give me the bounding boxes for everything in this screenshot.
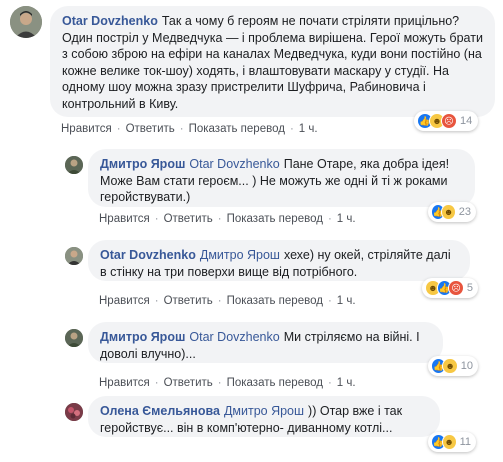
avatar[interactable] xyxy=(10,6,42,38)
comment-author[interactable]: Otar Dovzhenko xyxy=(62,14,158,28)
haha-icon: ☻ xyxy=(442,358,458,374)
mention-link[interactable]: Дмитро Ярош xyxy=(224,404,304,418)
like-link[interactable]: Нравится xyxy=(99,377,150,389)
reply-link[interactable]: Ответить xyxy=(164,377,213,389)
haha-icon: ☻ xyxy=(441,204,456,220)
comment-actions: Нравится · Ответить · Показать перевод · 1 ч. xyxy=(61,123,318,135)
reaction-summary[interactable]: 👍 ☻ 11 xyxy=(428,432,476,452)
comment-text: Так а чому б героям не почати стріляти п… xyxy=(62,14,483,111)
reply-link[interactable]: Ответить xyxy=(164,213,213,225)
translate-link[interactable]: Показать перевод xyxy=(227,295,323,307)
reply-link[interactable]: Ответить xyxy=(164,295,213,307)
avatar[interactable] xyxy=(65,329,83,347)
timestamp[interactable]: 1 ч. xyxy=(337,213,356,225)
angry-icon: ☹ xyxy=(448,280,464,296)
comment-bubble: Дмитро Ярош Otar Dovzhenko Ми стріляємо на… xyxy=(88,322,443,363)
reaction-summary[interactable]: 👍 ☻ 23 xyxy=(428,202,476,222)
comment-bubble: Otar Dovzhenko Дмитро Ярош хехе) ну окей, … xyxy=(88,240,470,281)
translate-link[interactable]: Показать перевод xyxy=(189,123,285,135)
comment-actions: Нравится · Ответить · Показать перевод · 1 ч. xyxy=(99,213,356,225)
avatar[interactable] xyxy=(65,156,83,174)
reaction-count: 5 xyxy=(466,282,473,294)
comment-actions: Нравится · Ответить · Показать перевод · 1 ч. xyxy=(99,377,356,389)
haha-icon: ☻ xyxy=(441,434,457,450)
reaction-summary[interactable]: 👍 ☻ 10 xyxy=(428,356,478,376)
reaction-count: 11 xyxy=(459,436,471,448)
mention-link[interactable]: Otar Dovzhenko xyxy=(189,157,279,171)
reply-link[interactable]: Ответить xyxy=(126,123,175,135)
comment-author[interactable]: Олена Ємельянова xyxy=(100,404,220,418)
timestamp[interactable]: 1 ч. xyxy=(337,295,356,307)
timestamp[interactable]: 1 ч. xyxy=(299,123,318,135)
avatar[interactable] xyxy=(65,247,83,265)
reaction-summary[interactable]: ☻ 👍 ☹ 5 xyxy=(422,278,478,298)
mention-link[interactable]: Otar Dovzhenko xyxy=(189,330,279,344)
comment-actions: Нравится · Ответить · Показать перевод · 1 ч. xyxy=(99,295,356,307)
avatar[interactable] xyxy=(65,403,83,421)
translate-link[interactable]: Показать перевод xyxy=(227,377,323,389)
angry-icon: ☹ xyxy=(441,113,457,129)
comment-bubble: Олена Ємельянова Дмитро Ярош)) Отар вже і… xyxy=(88,396,440,437)
timestamp[interactable]: 1 ч. xyxy=(337,377,356,389)
reaction-count: 23 xyxy=(458,206,471,218)
reaction-summary[interactable]: 👍 ☻ ☹ 14 xyxy=(414,111,478,131)
comment-bubble: Otar Dovzhenko Так а чому б героям не поч… xyxy=(50,6,495,117)
like-link[interactable]: Нравится xyxy=(61,123,112,135)
mention-link[interactable]: Дмитро Ярош xyxy=(200,248,280,262)
like-link[interactable]: Нравится xyxy=(99,213,150,225)
reaction-count: 10 xyxy=(460,360,473,372)
reaction-count: 14 xyxy=(460,115,473,127)
comment-author[interactable]: Otar Dovzhenko xyxy=(100,248,196,262)
comment-author[interactable]: Дмитро Ярош xyxy=(100,330,185,344)
comment-author[interactable]: Дмитро Ярош xyxy=(100,157,185,171)
translate-link[interactable]: Показать перевод xyxy=(227,213,323,225)
like-link[interactable]: Нравится xyxy=(99,295,150,307)
comment-bubble: Дмитро Ярош Otar Dovzhenko Пане Отаре, яка… xyxy=(88,149,475,207)
